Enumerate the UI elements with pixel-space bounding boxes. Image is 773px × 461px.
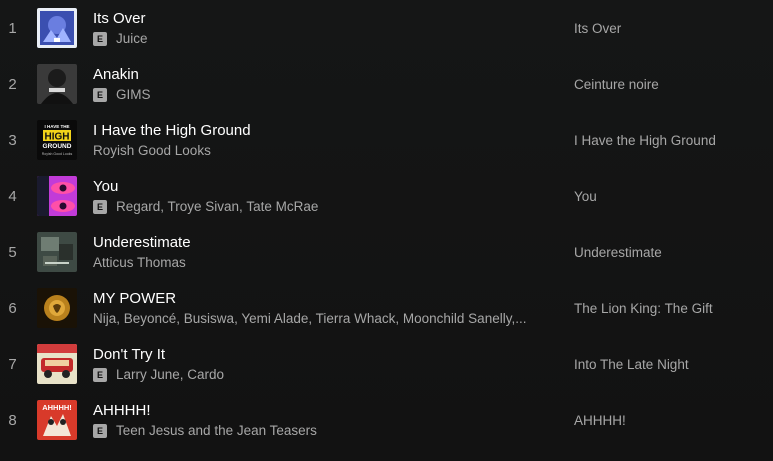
track-artists[interactable]: Juice — [116, 31, 148, 47]
track-artists[interactable]: Royish Good Looks — [93, 143, 211, 159]
track-title[interactable]: Anakin — [93, 66, 548, 84]
track-index: 7 — [8, 355, 17, 373]
track-row[interactable]: 3 I HAVE THE HIGH GROUND Royish Good Loo… — [0, 112, 773, 168]
explicit-badge: E — [93, 423, 107, 438]
track-artists[interactable]: Larry June, Cardo — [116, 367, 224, 383]
svg-text:GROUND: GROUND — [43, 143, 72, 150]
track-index: 3 — [8, 131, 17, 149]
track-artists[interactable]: GIMS — [116, 87, 151, 103]
track-row[interactable]: 7 Don't Try It E Larry June, Cardo Into … — [0, 336, 773, 392]
track-row[interactable]: 6 MY POWER Nija, Beyoncé, Busiswa, Yemi … — [0, 280, 773, 336]
album-cover-you — [37, 176, 77, 216]
track-artists[interactable]: Atticus Thomas — [93, 255, 186, 271]
svg-text:I HAVE THE: I HAVE THE — [45, 124, 70, 129]
track-artists[interactable]: Nija, Beyoncé, Busiswa, Yemi Alade, Tier… — [93, 311, 526, 327]
album-cover-its-over — [37, 8, 77, 48]
explicit-badge: E — [93, 31, 107, 46]
track-title[interactable]: MY POWER — [93, 290, 548, 308]
track-title[interactable]: AHHHH! — [93, 402, 548, 420]
album-cover-late-night — [37, 344, 77, 384]
track-album[interactable]: Ceinture noire — [574, 77, 659, 92]
svg-text:Royish Good Looks: Royish Good Looks — [42, 152, 73, 156]
track-title[interactable]: Its Over — [93, 10, 548, 28]
track-artists[interactable]: Regard, Troye Sivan, Tate McRae — [116, 199, 318, 215]
track-list: 1 Its Over E Juice Its Over 2 Anakin E G… — [0, 0, 773, 461]
track-album[interactable]: I Have the High Ground — [574, 133, 716, 148]
svg-text:AHHHH!: AHHHH! — [42, 403, 72, 412]
album-cover-underestimate — [37, 232, 77, 272]
svg-text:HIGH: HIGH — [45, 132, 70, 143]
track-title[interactable]: Underestimate — [93, 234, 548, 252]
track-title[interactable]: Don't Try It — [93, 346, 548, 364]
explicit-badge: E — [93, 367, 107, 382]
track-row[interactable]: 5 Underestimate Atticus Thomas Underesti… — [0, 224, 773, 280]
track-index: 4 — [8, 187, 17, 205]
album-cover-ceinture-noire — [37, 64, 77, 104]
track-album[interactable]: Its Over — [574, 21, 621, 36]
track-index: 5 — [8, 243, 17, 261]
track-title[interactable]: I Have the High Ground — [93, 122, 548, 140]
track-row[interactable]: 2 Anakin E GIMS Ceinture noire — [0, 56, 773, 112]
explicit-badge: E — [93, 87, 107, 102]
track-index: 1 — [8, 19, 17, 37]
track-album[interactable]: The Lion King: The Gift — [574, 301, 713, 316]
track-row[interactable]: 1 Its Over E Juice Its Over — [0, 0, 773, 56]
track-album[interactable]: Into The Late Night — [574, 357, 689, 372]
album-cover-high-ground: I HAVE THE HIGH GROUND Royish Good Looks — [37, 120, 77, 160]
track-row[interactable]: 4 You E Regard, Troye Sivan, Tate McRae … — [0, 168, 773, 224]
track-index: 2 — [8, 75, 17, 93]
track-row[interactable]: 8 AHHHH! AHHHH! E Teen Jesus and the Jea… — [0, 392, 773, 448]
track-index: 6 — [8, 299, 17, 317]
track-index: 8 — [8, 411, 17, 429]
album-cover-ahhhh: AHHHH! — [37, 400, 77, 440]
track-album[interactable]: AHHHH! — [574, 413, 626, 428]
track-title[interactable]: You — [93, 178, 548, 196]
explicit-badge: E — [93, 199, 107, 214]
track-artists[interactable]: Teen Jesus and the Jean Teasers — [116, 423, 317, 439]
track-album[interactable]: Underestimate — [574, 245, 662, 260]
album-cover-lion-king — [37, 288, 77, 328]
track-album[interactable]: You — [574, 189, 597, 204]
